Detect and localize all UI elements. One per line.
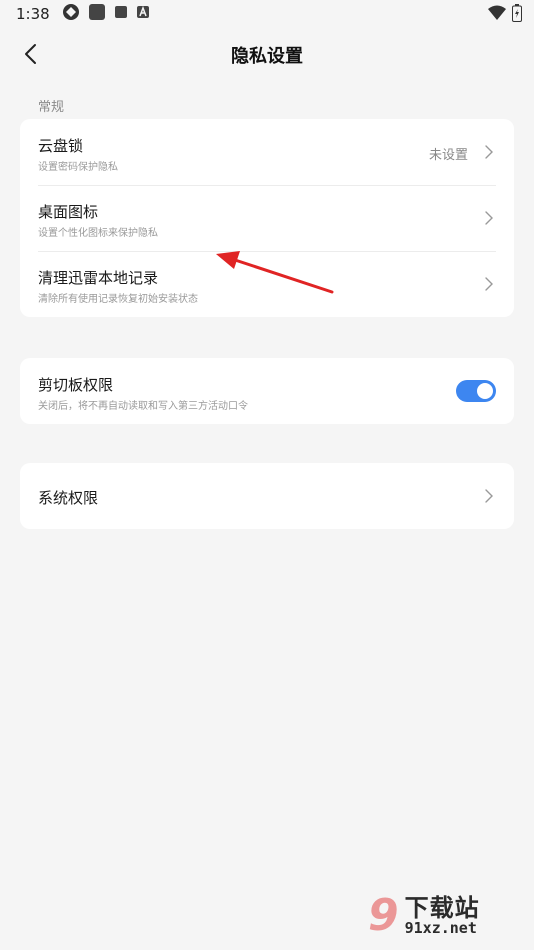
chevron-right-icon	[485, 145, 493, 159]
row-subtitle: 关闭后，将不再自动读取和写入第三方活动口令	[38, 401, 248, 412]
status-bar: 1:38	[0, 0, 534, 28]
app-icon-3	[114, 5, 128, 23]
row-system-permission[interactable]: 系统权限	[20, 463, 514, 529]
row-title: 桌面图标	[38, 203, 99, 221]
row-title: 系统权限	[38, 489, 99, 507]
clipboard-card: 剪切板权限 关闭后，将不再自动读取和写入第三方活动口令	[20, 358, 514, 424]
watermark-cn: 下载站	[404, 893, 480, 922]
row-desktop-icon[interactable]: 桌面图标 设置个性化图标来保护隐私	[20, 185, 514, 251]
app-icon-2	[88, 3, 106, 25]
status-right	[488, 4, 522, 26]
row-value: 未设置	[428, 148, 468, 163]
watermark-logo: 9	[368, 890, 399, 941]
system-card: 系统权限	[20, 463, 514, 529]
chevron-right-icon	[485, 211, 493, 225]
row-subtitle: 设置密码保护隐私	[38, 162, 118, 173]
wifi-icon	[488, 5, 506, 25]
chevron-right-icon	[485, 489, 493, 503]
row-clear-local-records[interactable]: 清理迅雷本地记录 清除所有使用记录恢复初始安装状态	[20, 251, 514, 317]
page-title: 隐私设置	[231, 46, 303, 67]
battery-icon	[512, 4, 522, 26]
section-label-general: 常规	[38, 100, 65, 115]
row-clipboard-permission: 剪切板权限 关闭后，将不再自动读取和写入第三方活动口令	[20, 358, 514, 424]
row-cloud-lock[interactable]: 云盘锁 设置密码保护隐私 未设置	[20, 119, 514, 185]
app-icon-4	[136, 5, 150, 23]
watermark-en: 91xz.net	[404, 918, 477, 937]
clipboard-toggle[interactable]	[456, 380, 496, 402]
general-settings-card: 云盘锁 设置密码保护隐私 未设置 桌面图标 设置个性化图标来保护隐私 清理迅雷本…	[20, 119, 514, 317]
row-title: 清理迅雷本地记录	[38, 269, 159, 287]
app-icon-1	[62, 3, 80, 25]
chevron-right-icon	[485, 277, 493, 291]
watermark: 9 下载站 91xz.net	[368, 886, 528, 946]
status-time: 1:38	[16, 5, 50, 23]
toggle-knob	[477, 383, 493, 399]
row-title: 云盘锁	[38, 137, 84, 155]
app-bar: 隐私设置	[0, 28, 534, 80]
row-subtitle: 清除所有使用记录恢复初始安装状态	[38, 294, 198, 305]
row-title: 剪切板权限	[38, 376, 114, 394]
row-subtitle: 设置个性化图标来保护隐私	[38, 228, 158, 239]
